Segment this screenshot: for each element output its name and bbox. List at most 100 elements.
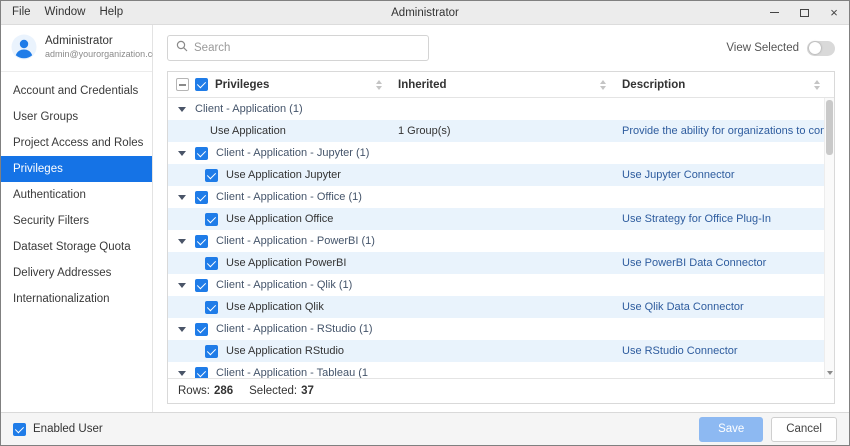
rows-count-label: Rows: xyxy=(178,385,210,397)
scroll-down-icon[interactable] xyxy=(827,371,833,375)
sort-icon[interactable] xyxy=(376,80,382,90)
enabled-user-checkbox[interactable] xyxy=(13,423,26,436)
maximize-icon xyxy=(800,9,809,17)
sort-icon[interactable] xyxy=(814,80,820,90)
window-controls: × xyxy=(759,1,849,24)
action-buttons: Save Cancel xyxy=(699,417,837,442)
privilege-description: Use RStudio Connector xyxy=(614,340,834,362)
row-checkbox[interactable] xyxy=(205,213,218,226)
close-icon: × xyxy=(830,6,838,19)
inherited-value xyxy=(390,164,614,186)
chevron-down-icon[interactable] xyxy=(178,371,186,376)
scrollbar-thumb[interactable] xyxy=(826,100,833,155)
group-label: Client - Application - Office (1) xyxy=(216,191,362,203)
chevron-down-icon[interactable] xyxy=(178,107,186,112)
search-input[interactable] xyxy=(194,42,420,54)
table-row-privilege[interactable]: Use Application PowerBI Use PowerBI Data… xyxy=(168,252,834,274)
table-row-privilege[interactable]: Use Application Jupyter Use Jupyter Conn… xyxy=(168,164,834,186)
sidebar-item-user-groups[interactable]: User Groups xyxy=(1,104,152,130)
row-checkbox[interactable] xyxy=(195,191,208,204)
table-row-group[interactable]: Client - Application - Jupyter (1) xyxy=(168,142,834,164)
inherited-value xyxy=(390,208,614,230)
chevron-down-icon[interactable] xyxy=(178,151,186,156)
table-row-group[interactable]: Client - Application - Tableau (1 xyxy=(168,362,834,378)
main-area: Administrator admin@yourorganization.com… xyxy=(1,25,849,412)
group-label: Client - Application - Qlik (1) xyxy=(216,279,352,291)
view-selected-label: View Selected xyxy=(726,42,799,54)
column-label-privileges: Privileges xyxy=(215,79,269,91)
table-row-group[interactable]: Client - Application - RStudio (1) xyxy=(168,318,834,340)
row-checkbox[interactable] xyxy=(195,367,208,379)
menu-file[interactable]: File xyxy=(5,1,38,24)
chevron-down-icon[interactable] xyxy=(178,327,186,332)
sidebar-item-project-access-and-roles[interactable]: Project Access and Roles xyxy=(1,130,152,156)
toggle-knob xyxy=(809,42,821,54)
table-row-group[interactable]: Client - Application - Office (1) xyxy=(168,186,834,208)
close-button[interactable]: × xyxy=(819,1,849,24)
title-bar: File Window Help Administrator × xyxy=(1,1,849,25)
sidebar-item-account-and-credentials[interactable]: Account and Credentials xyxy=(1,78,152,104)
inherited-value: 1 Group(s) xyxy=(390,120,614,142)
cancel-button[interactable]: Cancel xyxy=(771,417,837,442)
privilege-description: Use Qlik Data Connector xyxy=(614,296,834,318)
enabled-user-control: Enabled User xyxy=(13,423,103,436)
table-row-privilege[interactable]: Use Application Office Use Strategy for … xyxy=(168,208,834,230)
collapse-all-icon[interactable] xyxy=(176,78,189,91)
sidebar-item-delivery-addresses[interactable]: Delivery Addresses xyxy=(1,260,152,286)
view-selected-toggle[interactable] xyxy=(807,41,835,56)
column-header-inherited[interactable]: Inherited xyxy=(390,72,614,97)
inherited-value xyxy=(390,296,614,318)
inherited-value xyxy=(390,340,614,362)
content-panel: View Selected Privileges Inherited xyxy=(153,25,849,412)
table-row-privilege[interactable]: Use Application Qlik Use Qlik Data Conne… xyxy=(168,296,834,318)
save-button[interactable]: Save xyxy=(699,417,763,442)
chevron-down-icon[interactable] xyxy=(178,239,186,244)
column-label-description: Description xyxy=(622,79,685,91)
view-selected-control: View Selected xyxy=(726,41,835,56)
privilege-name: Use Application xyxy=(210,125,286,137)
privilege-name: Use Application PowerBI xyxy=(226,257,346,269)
app-window: File Window Help Administrator × xyxy=(0,0,850,446)
avatar xyxy=(11,34,37,60)
row-checkbox[interactable] xyxy=(195,235,208,248)
row-checkbox[interactable] xyxy=(195,147,208,160)
profile-name: Administrator xyxy=(45,35,165,47)
select-all-checkbox[interactable] xyxy=(195,78,208,91)
column-header-privileges[interactable]: Privileges xyxy=(168,72,390,97)
sidebar-item-internationalization[interactable]: Internationalization xyxy=(1,286,152,312)
sidebar-nav: Account and Credentials User Groups Proj… xyxy=(1,72,152,312)
row-checkbox[interactable] xyxy=(195,279,208,292)
sort-icon[interactable] xyxy=(600,80,606,90)
table-row-group[interactable]: Client - Application - PowerBI (1) xyxy=(168,230,834,252)
table-row-privilege[interactable]: Use Application RStudio Use RStudio Conn… xyxy=(168,340,834,362)
row-checkbox[interactable] xyxy=(205,169,218,182)
sidebar-item-dataset-storage-quota[interactable]: Dataset Storage Quota xyxy=(1,234,152,260)
sidebar: Administrator admin@yourorganization.com… xyxy=(1,25,153,412)
maximize-button[interactable] xyxy=(789,1,819,24)
row-checkbox[interactable] xyxy=(195,323,208,336)
group-label: Client - Application - RStudio (1) xyxy=(216,323,373,335)
minimize-button[interactable] xyxy=(759,1,789,24)
sidebar-item-authentication[interactable]: Authentication xyxy=(1,182,152,208)
vertical-scrollbar[interactable] xyxy=(824,98,834,378)
menu-window[interactable]: Window xyxy=(38,1,93,24)
sidebar-item-privileges[interactable]: Privileges xyxy=(1,156,152,182)
chevron-down-icon[interactable] xyxy=(178,195,186,200)
table-row-group[interactable]: Client - Application (1) xyxy=(168,98,834,120)
table-header: Privileges Inherited Description xyxy=(168,72,834,98)
selected-count-value: 37 xyxy=(301,385,314,397)
chevron-down-icon[interactable] xyxy=(178,283,186,288)
menu-help[interactable]: Help xyxy=(92,1,130,24)
table-row-group[interactable]: Client - Application - Qlik (1) xyxy=(168,274,834,296)
table-row-privilege[interactable]: Use Application 1 Group(s) Provide the a… xyxy=(168,120,834,142)
column-header-description[interactable]: Description xyxy=(614,72,834,97)
row-checkbox[interactable] xyxy=(205,345,218,358)
row-checkbox[interactable] xyxy=(205,301,218,314)
sidebar-item-security-filters[interactable]: Security Filters xyxy=(1,208,152,234)
user-profile: Administrator admin@yourorganization.com xyxy=(1,25,152,72)
row-checkbox[interactable] xyxy=(205,257,218,270)
group-label: Client - Application - Tableau (1 xyxy=(216,367,368,378)
search-box xyxy=(167,35,429,61)
enabled-user-label: Enabled User xyxy=(33,423,103,435)
group-label: Client - Application - PowerBI (1) xyxy=(216,235,375,247)
